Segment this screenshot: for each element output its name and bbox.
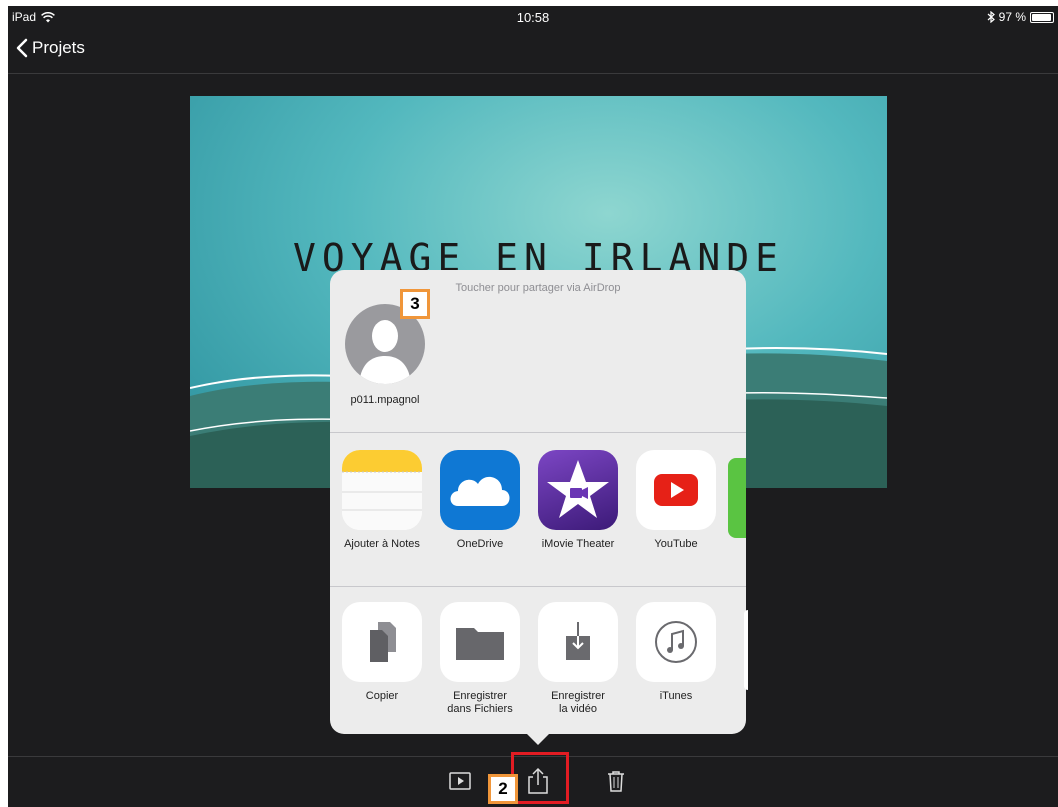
share-app-youtube[interactable]: YouTube [628, 450, 724, 551]
action-next-partial[interactable] [744, 610, 748, 690]
folder-icon [440, 602, 520, 682]
share-app-onedrive[interactable]: OneDrive [432, 450, 528, 551]
status-bar: iPad 10:58 97 % [8, 6, 1058, 28]
contact-name: p011.mpagnol [350, 394, 420, 406]
share-actions-row: Copier Enregistrer dans Fichiers Enregis… [330, 602, 748, 742]
bluetooth-icon [987, 11, 995, 23]
share-app-label: OneDrive [456, 538, 504, 550]
imovie-theater-icon [538, 450, 618, 530]
youtube-icon [636, 450, 716, 530]
battery-percent: 97 % [998, 10, 1026, 24]
play-icon [449, 772, 471, 790]
action-copy[interactable]: Copier [334, 602, 430, 703]
share-sheet-arrow [526, 733, 550, 745]
action-label-line1: Enregistrer [551, 690, 605, 702]
back-button[interactable]: Projets [16, 38, 85, 58]
share-app-notes[interactable]: Ajouter à Notes [334, 450, 430, 551]
action-save-video[interactable]: Enregistrer la vidéo [530, 602, 626, 716]
share-app-imovie-theater[interactable]: iMovie Theater [530, 450, 626, 551]
divider [330, 586, 746, 587]
airdrop-hint: Toucher pour partager via AirDrop [455, 282, 621, 294]
action-save-to-files[interactable]: Enregistrer dans Fichiers [432, 602, 528, 716]
copy-icon [342, 602, 422, 682]
share-app-next-partial[interactable] [728, 458, 746, 538]
share-button-highlight [511, 752, 569, 804]
save-video-icon [538, 602, 618, 682]
action-label-line2: dans Fichiers [447, 703, 513, 715]
action-itunes[interactable]: iTunes [628, 602, 724, 703]
trash-icon [608, 771, 624, 792]
action-label: iTunes [659, 690, 693, 702]
delete-button[interactable] [604, 769, 628, 793]
step-marker-2: 2 [488, 774, 518, 804]
play-button[interactable] [448, 769, 472, 793]
airdrop-contact[interactable]: p011.mpagnol [340, 304, 430, 406]
navigation-bar: Projets [8, 28, 1058, 74]
divider [330, 432, 746, 433]
ipad-screen: iPad 10:58 97 % Projets VOYAGE EN IRLAND… [8, 6, 1058, 807]
step-marker-3: 3 [400, 289, 430, 319]
share-sheet: Toucher pour partager via AirDrop p011.m… [330, 270, 748, 734]
onedrive-icon [440, 450, 520, 530]
action-label-line1: Enregistrer [453, 690, 507, 702]
action-label-line2: la vidéo [559, 703, 597, 715]
battery-icon [1030, 11, 1054, 23]
share-app-label: iMovie Theater [541, 538, 615, 550]
notes-icon [342, 450, 422, 530]
share-apps-row: Ajouter à Notes OneDrive iMovie Theater … [330, 450, 746, 590]
share-app-label: Ajouter à Notes [344, 538, 420, 550]
itunes-icon [636, 602, 716, 682]
chevron-left-icon [16, 38, 28, 58]
clock: 10:58 [516, 10, 550, 25]
action-label: Copier [365, 690, 399, 702]
back-label: Projets [32, 38, 85, 57]
share-app-label: YouTube [654, 538, 698, 550]
